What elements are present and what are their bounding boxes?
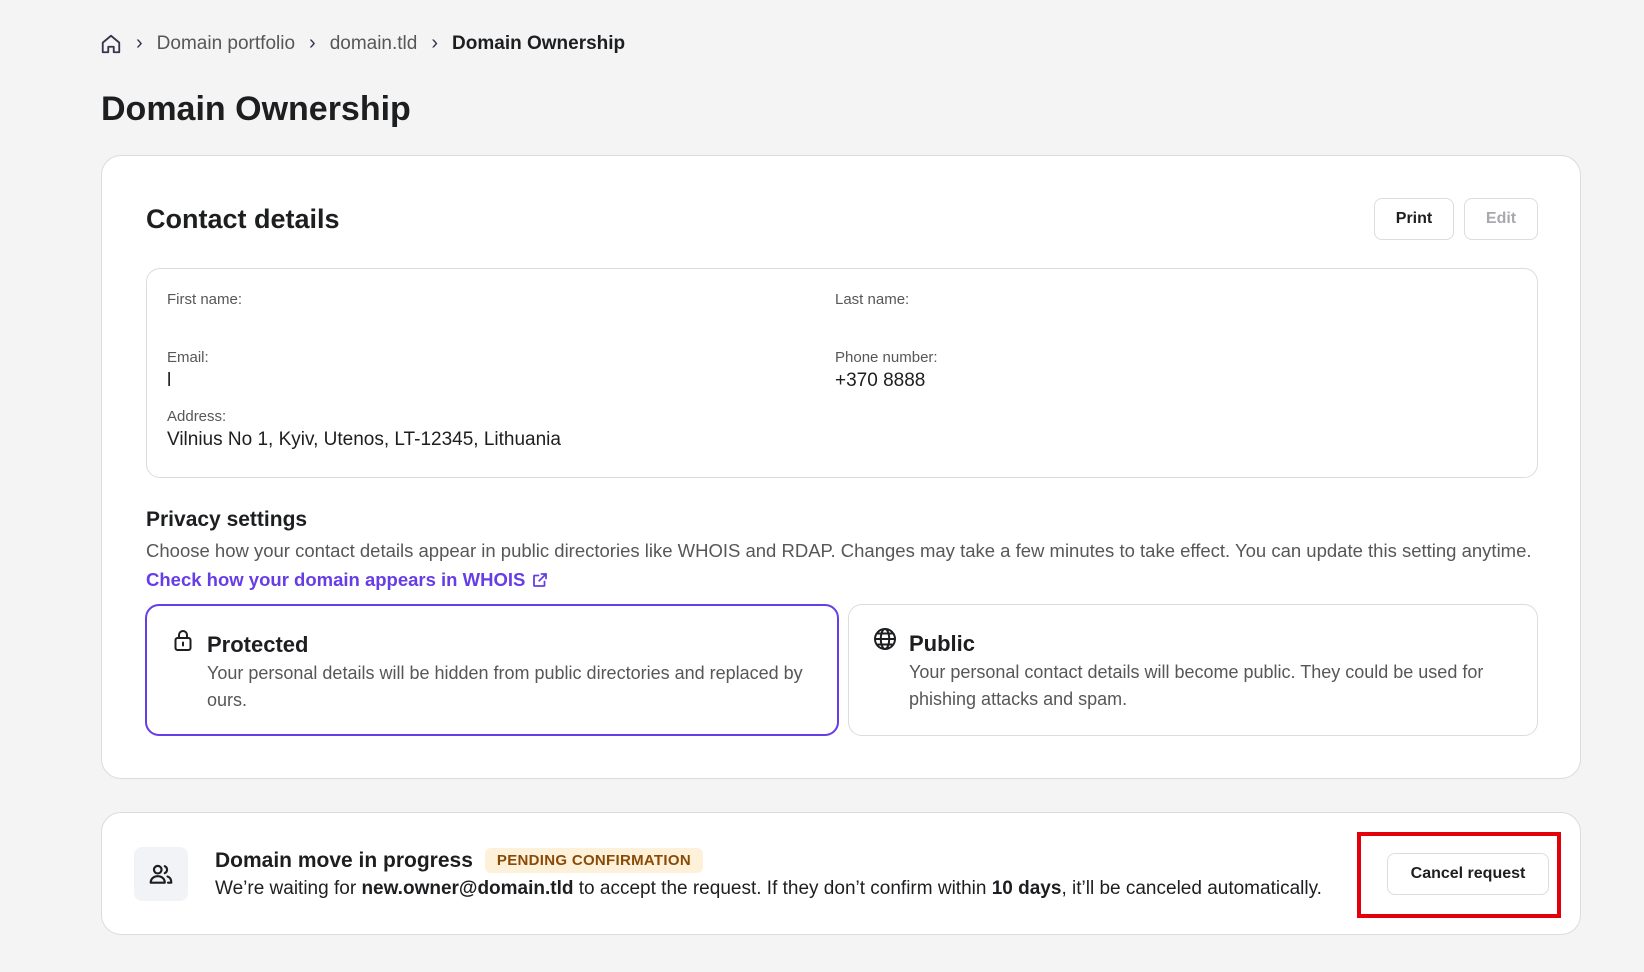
privacy-option-protected[interactable]: Protected Your personal details will be … xyxy=(145,604,839,736)
breadcrumb: › Domain portfolio › domain.tld › Domain… xyxy=(100,32,625,55)
home-icon[interactable] xyxy=(100,33,122,55)
page-title: Domain Ownership xyxy=(101,90,411,128)
breadcrumb-item-domain[interactable]: domain.tld xyxy=(330,33,418,55)
whois-link-label: Check how your domain appears in WHOIS xyxy=(146,569,526,590)
email-field: Email: l xyxy=(167,349,209,392)
contact-details-box: First name: Last name: Email: l Phone nu… xyxy=(146,268,1538,478)
phone-label: Phone number: xyxy=(835,349,938,366)
address-label: Address: xyxy=(167,408,227,425)
privacy-option-public[interactable]: Public Your personal contact details wil… xyxy=(848,604,1538,736)
contact-details-title: Contact details xyxy=(146,204,340,234)
contact-details-card: Contact details Print Edit First name: L… xyxy=(101,155,1581,779)
highlight-box xyxy=(1357,832,1561,918)
days-count: 10 days xyxy=(991,878,1062,899)
print-button[interactable]: Print xyxy=(1374,198,1454,240)
public-description: Your personal contact details will becom… xyxy=(909,662,1484,709)
address-value: Vilnius No 1, Kyiv, Utenos, LT-12345, Li… xyxy=(167,429,561,450)
last-name-label: Last name: xyxy=(835,291,910,308)
email-label: Email: xyxy=(167,349,209,366)
move-title: Domain move in progress xyxy=(215,848,473,872)
privacy-settings-title: Privacy settings xyxy=(146,508,308,531)
users-icon xyxy=(149,864,173,884)
public-title: Public xyxy=(909,631,976,656)
new-owner-email: new.owner@domain.tld xyxy=(361,878,574,899)
phone-field: Phone number: +370 8888 xyxy=(835,349,938,392)
first-name-label: First name: xyxy=(167,291,243,308)
breadcrumb-current: Domain Ownership xyxy=(452,32,626,54)
chevron-right-icon: › xyxy=(136,32,143,54)
breadcrumb-item-domain-portfolio[interactable]: Domain portfolio xyxy=(157,33,295,55)
move-desc-prefix: We’re waiting for xyxy=(215,878,362,899)
lock-icon xyxy=(174,630,192,651)
users-icon-box xyxy=(134,847,188,901)
move-description: We’re waiting for new.owner@domain.tld t… xyxy=(215,878,1322,900)
last-name-field: Last name: xyxy=(835,291,909,312)
whois-link[interactable]: Check how your domain appears in WHOIS xyxy=(146,569,549,590)
privacy-description: Choose how your contact details appear i… xyxy=(146,536,1538,594)
email-value: l xyxy=(167,370,172,391)
protected-title: Protected xyxy=(207,632,309,657)
first-name-field: First name: xyxy=(167,291,242,312)
chevron-right-icon: › xyxy=(309,32,316,54)
move-desc-middle: to accept the request. If they don’t con… xyxy=(573,878,992,899)
move-desc-suffix: , it’ll be canceled automatically. xyxy=(1061,878,1322,899)
chevron-right-icon: › xyxy=(431,32,439,54)
privacy-description-text: Choose how your contact details appear i… xyxy=(146,540,1532,561)
phone-value: +370 8888 xyxy=(835,370,926,391)
edit-button[interactable]: Edit xyxy=(1464,198,1538,240)
move-title-row: Domain move in progress PENDING CONFIRMA… xyxy=(215,848,703,873)
external-link-icon xyxy=(533,573,548,587)
protected-description: Your personal details will be hidden fro… xyxy=(207,663,803,710)
status-badge: PENDING CONFIRMATION xyxy=(484,848,703,873)
globe-icon xyxy=(874,628,896,650)
address-field: Address: Vilnius No 1, Kyiv, Utenos, LT-… xyxy=(167,408,561,451)
